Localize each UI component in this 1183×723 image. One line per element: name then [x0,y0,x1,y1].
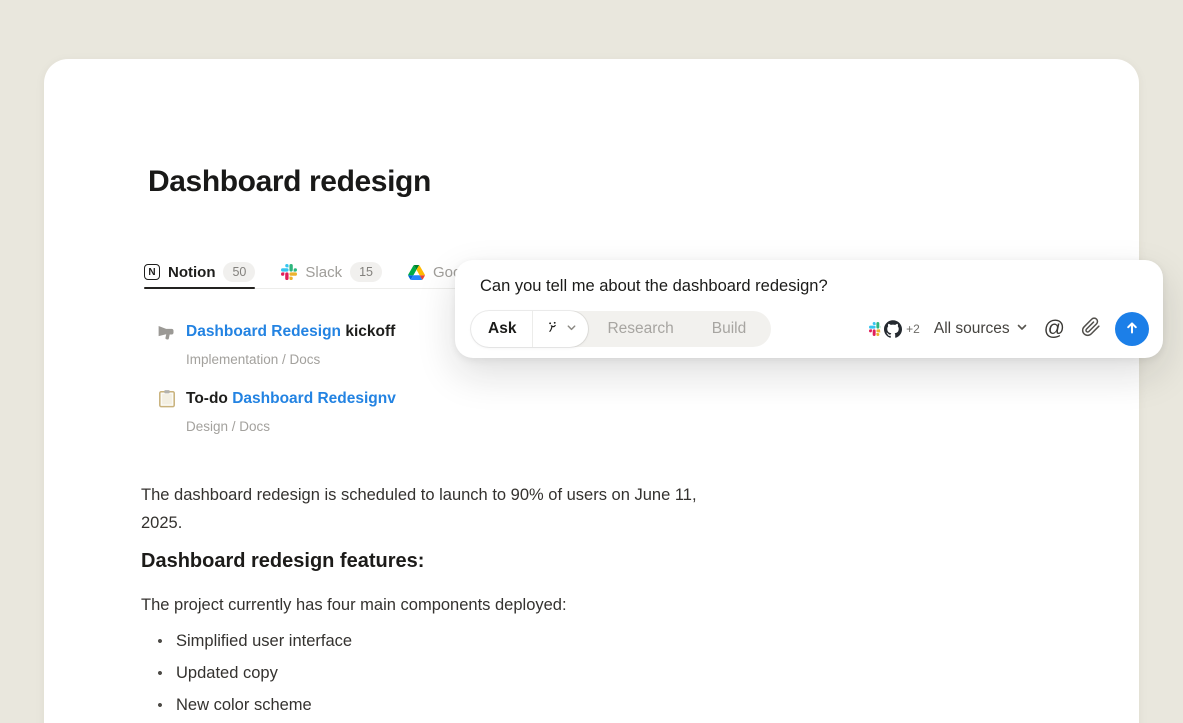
tab-count-badge: 15 [350,262,382,282]
tab-label: Slack [305,264,342,281]
mention-button[interactable]: @ [1042,317,1067,341]
result-link[interactable]: Dashboard Redesign [186,323,341,340]
slack-icon [281,264,297,280]
attach-file-button[interactable] [1081,317,1101,342]
tab-slack[interactable]: Slack 15 [281,256,382,288]
paperclip-icon [1081,317,1101,342]
tab-count-badge: 50 [223,262,255,282]
tab-label: Notion [168,264,215,281]
model-selector-dropdown[interactable] [532,311,588,347]
mode-research-button[interactable]: Research [588,320,692,338]
all-sources-dropdown[interactable]: All sources [934,320,1028,338]
ask-controls: Ask Research Build +2 All sources @ [471,311,1149,347]
result-breadcrumb: Design / Docs [186,419,270,434]
connected-sources-chips[interactable]: +2 [865,319,920,340]
chevron-down-icon [1016,320,1028,338]
ai-doodle-icon [544,318,561,340]
main-card: Dashboard redesign N Notion 50 Slack 15 … [44,59,1139,723]
ai-ask-box: Can you tell me about the dashboard rede… [455,260,1163,358]
mode-switcher: Ask Research Build [471,311,771,347]
github-icon [882,319,903,340]
doc-heading-features: Dashboard redesign features: [141,550,424,573]
bullet-item: •New color scheme [141,689,352,721]
send-button[interactable] [1115,312,1149,346]
megaphone-icon [156,322,177,348]
mode-ask-button[interactable]: Ask [471,311,532,347]
tab-notion[interactable]: N Notion 50 [144,256,255,288]
notion-logo-icon: N [144,264,160,280]
mode-pill: Ask [471,311,588,347]
chevron-down-icon [566,320,577,338]
result-link[interactable]: Dashboard Redesignv [232,390,396,407]
arrow-up-icon [1124,320,1140,339]
ask-right-controls: +2 All sources @ [865,312,1149,346]
chat-input[interactable]: Can you tell me about the dashboard rede… [480,277,828,296]
clipboard-icon [158,389,176,413]
result-breadcrumb: Implementation / Docs [186,352,320,367]
doc-paragraph-components: The project currently has four main comp… [141,596,567,615]
doc-bullet-list: •Simplified user interface •Updated copy… [141,625,352,723]
all-sources-label: All sources [934,320,1010,338]
page-title: Dashboard redesign [148,165,431,199]
result-item-title[interactable]: To-do Dashboard Redesignv [186,390,396,408]
sources-extra-count: +2 [906,322,920,336]
result-item-title[interactable]: Dashboard Redesign kickoff [186,323,395,341]
bullet-item: •Updated copy [141,657,352,689]
mode-build-button[interactable]: Build [693,320,771,338]
doc-paragraph-intro: The dashboard redesign is scheduled to l… [141,482,701,537]
bullet-item: •Simplified user interface [141,625,352,657]
google-drive-icon [408,265,425,280]
